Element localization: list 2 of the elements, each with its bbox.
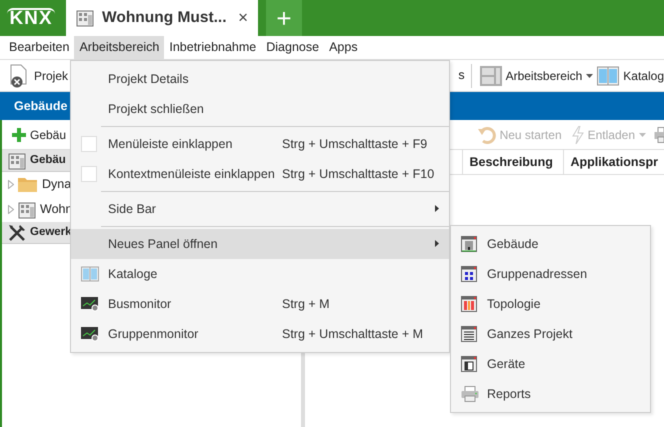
toolbar-label: s — [458, 67, 465, 84]
logo-text: KNX — [7, 8, 55, 28]
